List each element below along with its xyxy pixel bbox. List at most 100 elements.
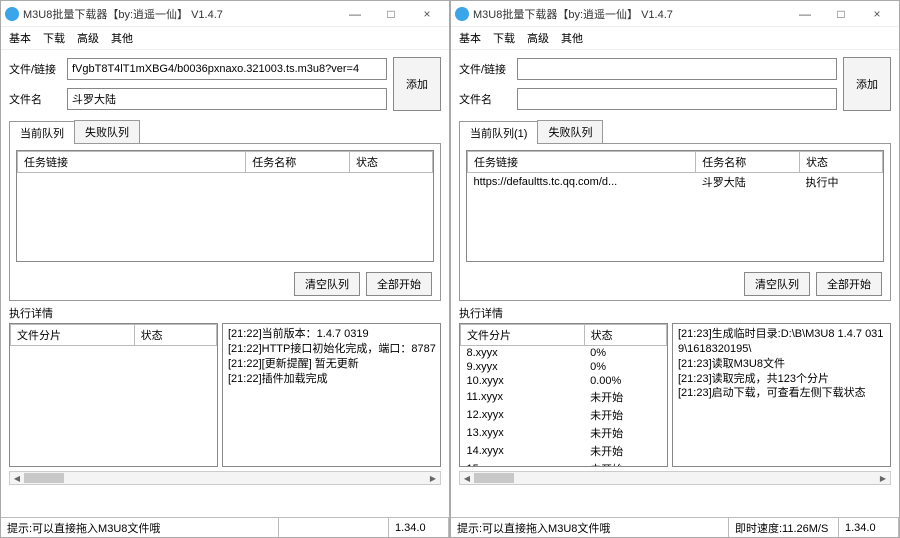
titlebar[interactable]: M3U8批量下载器【by:逍遥一仙】 V1.4.7 — □ × xyxy=(1,1,449,27)
status-version: 1.34.0 xyxy=(839,518,899,537)
col-task-name[interactable]: 任务名称 xyxy=(696,152,800,173)
filename-input[interactable] xyxy=(67,88,387,110)
maximize-button[interactable]: □ xyxy=(373,3,409,25)
exec-detail-label: 执行详情 xyxy=(9,305,441,321)
statusbar: 提示:可以直接拖入M3U8文件哦 1.34.0 xyxy=(1,517,449,537)
statusbar: 提示:可以直接拖入M3U8文件哦 即时速度:11.26M/S 1.34.0 xyxy=(451,517,899,537)
input-form: 文件/链接 添加 文件名 xyxy=(451,50,899,118)
log-line: [21:22]插件加载完成 xyxy=(228,372,435,387)
table-row[interactable]: 10.xyyx0.00% xyxy=(461,374,667,388)
filename-label: 文件名 xyxy=(9,91,61,107)
menu-basic[interactable]: 基本 xyxy=(459,30,481,46)
tab-failed-queue[interactable]: 失败队列 xyxy=(537,120,603,143)
app-icon xyxy=(455,7,469,21)
queue-tabs: 当前队列(1) 失败队列 xyxy=(459,120,891,143)
scroll-right-icon[interactable]: ▶ xyxy=(876,472,890,484)
menu-advanced[interactable]: 高级 xyxy=(527,30,549,46)
menu-other[interactable]: 其他 xyxy=(111,30,133,46)
table-row[interactable]: 14.xyyx未开始 xyxy=(461,442,667,460)
col-shard[interactable]: 文件分片 xyxy=(461,325,585,346)
tab-failed-queue[interactable]: 失败队列 xyxy=(74,120,140,143)
exec-detail-label: 执行详情 xyxy=(459,305,891,321)
maximize-button[interactable]: □ xyxy=(823,3,859,25)
horizontal-scrollbar[interactable]: ◀ ▶ xyxy=(9,471,441,485)
shard-table[interactable]: 文件分片 状态 8.xyyx0% 9.xyyx0% 10.xyyx0.00% 1… xyxy=(459,323,668,467)
scroll-left-icon[interactable]: ◀ xyxy=(460,472,474,484)
clear-queue-button[interactable]: 清空队列 xyxy=(294,272,360,296)
window-right: M3U8批量下载器【by:逍遥一仙】 V1.4.7 — □ × 基本 下载 高级… xyxy=(450,0,900,538)
scroll-right-icon[interactable]: ▶ xyxy=(426,472,440,484)
clear-queue-button[interactable]: 清空队列 xyxy=(744,272,810,296)
col-shard-state[interactable]: 状态 xyxy=(584,325,666,346)
log-line: [21:22]HTTP接口初始化完成，端口：8787 xyxy=(228,342,435,357)
titlebar[interactable]: M3U8批量下载器【by:逍遥一仙】 V1.4.7 — □ × xyxy=(451,1,899,27)
col-task-state[interactable]: 状态 xyxy=(800,152,883,173)
url-input[interactable] xyxy=(517,58,837,80)
cell-link: https://defaultts.tc.qq.com/d... xyxy=(468,173,696,192)
filename-label: 文件名 xyxy=(459,91,511,107)
start-all-button[interactable]: 全部开始 xyxy=(816,272,882,296)
menu-download[interactable]: 下载 xyxy=(493,30,515,46)
horizontal-scrollbar[interactable]: ◀ ▶ xyxy=(459,471,891,485)
window-left: M3U8批量下载器【by:逍遥一仙】 V1.4.7 — □ × 基本 下载 高级… xyxy=(0,0,450,538)
input-form: 文件/链接 添加 文件名 xyxy=(1,50,449,118)
log-line: [21:22]当前版本：1.4.7 0319 xyxy=(228,327,435,342)
table-row[interactable]: 9.xyyx0% xyxy=(461,360,667,374)
close-button[interactable]: × xyxy=(409,3,445,25)
log-line: [21:23]生成临时目录:D:\B\M3U8 1.4.7 0319\16183… xyxy=(678,327,885,357)
log-line: [21:23]读取完成，共123个分片 xyxy=(678,372,885,387)
minimize-button[interactable]: — xyxy=(787,3,823,25)
queue-tabs: 当前队列 失败队列 xyxy=(9,120,441,143)
status-speed xyxy=(279,518,389,537)
window-title: M3U8批量下载器【by:逍遥一仙】 V1.4.7 xyxy=(473,6,787,22)
task-table[interactable]: 任务链接 任务名称 状态 xyxy=(16,150,434,262)
menu-basic[interactable]: 基本 xyxy=(9,30,31,46)
log-line: [21:23]启动下载，可查看左侧下载状态 xyxy=(678,386,885,401)
queue-panel: 任务链接 任务名称 状态 https://defaultts.tc.qq.com… xyxy=(459,143,891,301)
status-tip: 提示:可以直接拖入M3U8文件哦 xyxy=(1,518,279,537)
url-label: 文件/链接 xyxy=(9,61,61,77)
table-row[interactable]: https://defaultts.tc.qq.com/d... 斗罗大陆 执行… xyxy=(468,173,883,192)
url-input[interactable] xyxy=(67,58,387,80)
add-button[interactable]: 添加 xyxy=(843,57,891,111)
col-shard[interactable]: 文件分片 xyxy=(11,325,135,346)
cell-name: 斗罗大陆 xyxy=(696,173,800,192)
menubar: 基本 下载 高级 其他 xyxy=(451,27,899,50)
status-version: 1.34.0 xyxy=(389,518,449,537)
scroll-thumb[interactable] xyxy=(474,473,514,483)
col-shard-state[interactable]: 状态 xyxy=(134,325,216,346)
scroll-thumb[interactable] xyxy=(24,473,64,483)
col-task-state[interactable]: 状态 xyxy=(350,152,433,173)
queue-panel: 任务链接 任务名称 状态 清空队列 全部开始 xyxy=(9,143,441,301)
add-button[interactable]: 添加 xyxy=(393,57,441,111)
table-row[interactable]: 15.xyyx未开始 xyxy=(461,460,667,467)
table-row[interactable]: 12.xyyx未开始 xyxy=(461,406,667,424)
col-task-link[interactable]: 任务链接 xyxy=(18,152,246,173)
table-row[interactable]: 8.xyyx0% xyxy=(461,346,667,361)
col-task-link[interactable]: 任务链接 xyxy=(468,152,696,173)
exec-detail: 文件分片 状态 [21:22]当前版本：1.4.7 0319 [21:22]HT… xyxy=(9,323,441,467)
filename-input[interactable] xyxy=(517,88,837,110)
close-button[interactable]: × xyxy=(859,3,895,25)
tab-current-queue[interactable]: 当前队列 xyxy=(9,121,75,144)
minimize-button[interactable]: — xyxy=(337,3,373,25)
status-speed: 即时速度:11.26M/S xyxy=(729,518,839,537)
app-icon xyxy=(5,7,19,21)
cell-state: 执行中 xyxy=(800,173,883,192)
menu-advanced[interactable]: 高级 xyxy=(77,30,99,46)
menu-download[interactable]: 下载 xyxy=(43,30,65,46)
tab-current-queue[interactable]: 当前队列(1) xyxy=(459,121,538,144)
menu-other[interactable]: 其他 xyxy=(561,30,583,46)
log-panel[interactable]: [21:22]当前版本：1.4.7 0319 [21:22]HTTP接口初始化完… xyxy=(222,323,441,467)
status-tip: 提示:可以直接拖入M3U8文件哦 xyxy=(451,518,729,537)
shard-table[interactable]: 文件分片 状态 xyxy=(9,323,218,467)
exec-detail: 文件分片 状态 8.xyyx0% 9.xyyx0% 10.xyyx0.00% 1… xyxy=(459,323,891,467)
start-all-button[interactable]: 全部开始 xyxy=(366,272,432,296)
table-row[interactable]: 13.xyyx未开始 xyxy=(461,424,667,442)
scroll-left-icon[interactable]: ◀ xyxy=(10,472,24,484)
log-panel[interactable]: [21:23]生成临时目录:D:\B\M3U8 1.4.7 0319\16183… xyxy=(672,323,891,467)
table-row[interactable]: 11.xyyx未开始 xyxy=(461,388,667,406)
url-label: 文件/链接 xyxy=(459,61,511,77)
task-table[interactable]: 任务链接 任务名称 状态 https://defaultts.tc.qq.com… xyxy=(466,150,884,262)
col-task-name[interactable]: 任务名称 xyxy=(246,152,350,173)
